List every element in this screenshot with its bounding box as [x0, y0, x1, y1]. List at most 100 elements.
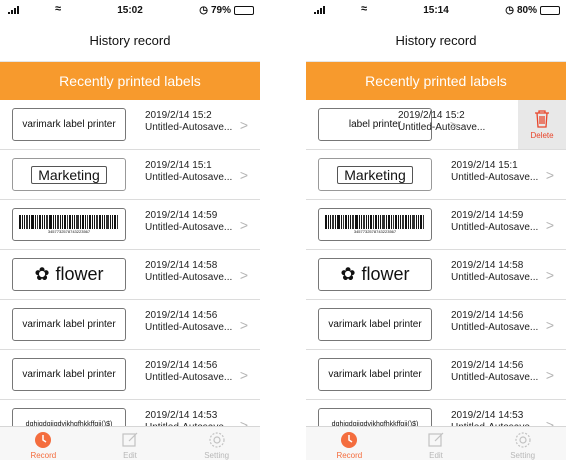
- trash-icon: [535, 110, 549, 128]
- list-item-content: Marketing 2019/2/14 15:1 Untitled-Autosave…: [306, 150, 566, 199]
- tab-setting[interactable]: Setting: [173, 427, 260, 460]
- list-item[interactable]: Marketing 2019/2/14 15:1 Untitled-Autosave…: [306, 150, 566, 200]
- alarm-icon: ◷: [199, 5, 208, 16]
- barcode-bars: [325, 215, 425, 229]
- record-date: 2019/2/14 14:58: [451, 260, 524, 271]
- thumbnail-text: varimark label printer: [328, 319, 422, 330]
- list-item-content: varimark label printer 2019/2/14 15:2 Unti…: [0, 100, 260, 149]
- battery-icon: [540, 6, 560, 15]
- chevron-right-icon: >: [239, 217, 248, 233]
- record-meta: 2019/2/14 15:2 Untitled-Autosave...: [145, 110, 232, 134]
- edit-icon: [121, 429, 139, 451]
- page-title: History record: [306, 20, 566, 62]
- list-item-content: varimark label printer 2019/2/14 14:56 Unt…: [306, 350, 566, 399]
- record-date: 2019/2/14 14:56: [451, 310, 524, 321]
- record-meta: 2019/2/14 15:1 Untitled-Autosave...: [145, 160, 232, 184]
- record-date: 2019/2/14 14:56: [451, 360, 524, 371]
- list-item-content: varimark label printer 2019/2/14 14:56 Unt…: [0, 300, 260, 349]
- barcode-bars: [19, 215, 119, 229]
- chevron-right-icon: >: [239, 267, 248, 283]
- record-date: 2019/2/14 15:1: [145, 160, 212, 171]
- list-item[interactable]: 3457732578743223567 2019/2/14 14:59 Untitl…: [0, 200, 260, 250]
- history-list: label printer 2019/2/14 15:2 Untitled-Au…: [306, 100, 566, 450]
- list-item-content: 3457732578743223567 2019/2/14 14:59 Untitl…: [0, 200, 260, 249]
- tab-record[interactable]: Record: [306, 427, 393, 460]
- label-thumbnail: varimark label printer: [12, 358, 126, 391]
- list-item-content: varimark label printer 2019/2/14 14:56 Unt…: [306, 300, 566, 349]
- record-meta: 2019/2/14 15:1 Untitled-Autosave...: [451, 160, 538, 184]
- thumbnail-text: varimark label printer: [22, 369, 116, 380]
- tab-bar: Record Edit Setting: [0, 426, 260, 460]
- list-item[interactable]: Marketing 2019/2/14 15:1 Untitled-Autosave…: [0, 150, 260, 200]
- list-item-content: varimark label printer 2019/2/14 14:56 Unt…: [0, 350, 260, 399]
- record-meta: 2019/2/14 14:56 Untitled-Autosave...: [145, 360, 232, 384]
- list-item[interactable]: varimark label printer 2019/2/14 14:56 Unt…: [306, 350, 566, 400]
- record-name: Untitled-Autosave...: [145, 222, 233, 233]
- thumbnail-text: varimark label printer: [22, 319, 116, 330]
- list-item[interactable]: ✿ flower 2019/2/14 14:58 Untitled-Autosave.…: [0, 250, 260, 300]
- gear-icon: [514, 429, 532, 451]
- record-meta: 2019/2/14 14:56 Untitled-Autosave...: [451, 360, 538, 384]
- barcode-image: 3457732578743223567: [19, 215, 119, 234]
- record-meta: 2019/2/14 14:59 Untitled-Autosave...: [145, 210, 232, 234]
- label-thumbnail: Marketing: [12, 158, 126, 191]
- chevron-right-icon: >: [239, 167, 248, 183]
- record-name: Untitled-Autosave...: [451, 272, 539, 283]
- list-item[interactable]: ✿ flower 2019/2/14 14:58 Untitled-Autosave.…: [306, 250, 566, 300]
- history-list: varimark label printer 2019/2/14 15:2 Unti…: [0, 100, 260, 450]
- label-thumbnail: 3457732578743223567: [318, 208, 432, 241]
- tab-label: Edit: [429, 451, 443, 460]
- barcode-number: 3457732578743223567: [47, 229, 91, 234]
- list-item[interactable]: varimark label printer 2019/2/14 14:56 Unt…: [306, 300, 566, 350]
- label-thumbnail: varimark label printer: [12, 308, 126, 341]
- tab-record[interactable]: Record: [0, 427, 87, 460]
- thumbnail-text: varimark label printer: [22, 119, 116, 130]
- record-date: 2019/2/14 14:56: [145, 360, 218, 371]
- record-date: 2019/2/14 15:2: [398, 110, 465, 121]
- tab-edit[interactable]: Edit: [393, 427, 480, 460]
- battery-percent: 79%: [210, 5, 231, 16]
- label-thumbnail: varimark label printer: [318, 358, 432, 391]
- barcode-image: 3457732578743223567: [325, 215, 425, 234]
- chevron-right-icon: >: [449, 117, 458, 133]
- thumbnail-text: Marketing: [31, 165, 107, 184]
- section-header: Recently printed labels: [0, 62, 260, 100]
- chevron-right-icon: >: [239, 317, 248, 333]
- tab-edit[interactable]: Edit: [87, 427, 174, 460]
- label-thumbnail: varimark label printer: [12, 108, 126, 141]
- record-name: Untitled-Autosave...: [145, 122, 233, 133]
- record-date: 2019/2/14 15:1: [451, 160, 518, 171]
- label-thumbnail: ✿ flower: [12, 258, 126, 291]
- chevron-right-icon: >: [545, 267, 554, 283]
- record-name: Untitled-Autosave...: [451, 172, 539, 183]
- tab-label: Edit: [123, 451, 137, 460]
- thumbnail-text: label printer: [348, 119, 402, 130]
- tab-setting[interactable]: Setting: [479, 427, 566, 460]
- record-name: Untitled-Autosave...: [145, 272, 233, 283]
- label-thumbnail: ✿ flower: [318, 258, 432, 291]
- section-header: Recently printed labels: [306, 62, 566, 100]
- battery-icon: [234, 6, 254, 15]
- page-title: History record: [0, 20, 260, 62]
- delete-button[interactable]: Delete: [518, 100, 566, 149]
- list-item-swiped[interactable]: label printer 2019/2/14 15:2 Untitled-Au…: [306, 100, 566, 150]
- barcode-number: 3457732578743223567: [353, 229, 397, 234]
- tab-label: Setting: [204, 451, 230, 460]
- record-date: 2019/2/14 14:56: [145, 310, 218, 321]
- record-meta: 2019/2/14 14:56 Untitled-Autosave...: [451, 310, 538, 334]
- list-item-content: Marketing 2019/2/14 15:1 Untitled-Autosave…: [0, 150, 260, 199]
- thumbnail-text: flower: [55, 264, 104, 284]
- record-date: 2019/2/14 14:59: [145, 210, 218, 221]
- alarm-icon: ◷: [505, 5, 514, 16]
- list-item[interactable]: varimark label printer 2019/2/14 14:56 Unt…: [0, 350, 260, 400]
- record-meta: 2019/2/14 14:59 Untitled-Autosave...: [451, 210, 538, 234]
- tab-label: Record: [30, 451, 57, 460]
- list-item[interactable]: varimark label printer 2019/2/14 14:56 Unt…: [0, 300, 260, 350]
- record-meta: 2019/2/14 14:58 Untitled-Autosave...: [451, 260, 538, 284]
- chevron-right-icon: >: [545, 217, 554, 233]
- gear-icon: [208, 429, 226, 451]
- list-item[interactable]: varimark label printer 2019/2/14 15:2 Unti…: [0, 100, 260, 150]
- list-item[interactable]: 3457732578743223567 2019/2/14 14:59 Untitl…: [306, 200, 566, 250]
- label-thumbnail: 3457732578743223567: [12, 208, 126, 241]
- record-date: 2019/2/14 15:2: [145, 110, 212, 121]
